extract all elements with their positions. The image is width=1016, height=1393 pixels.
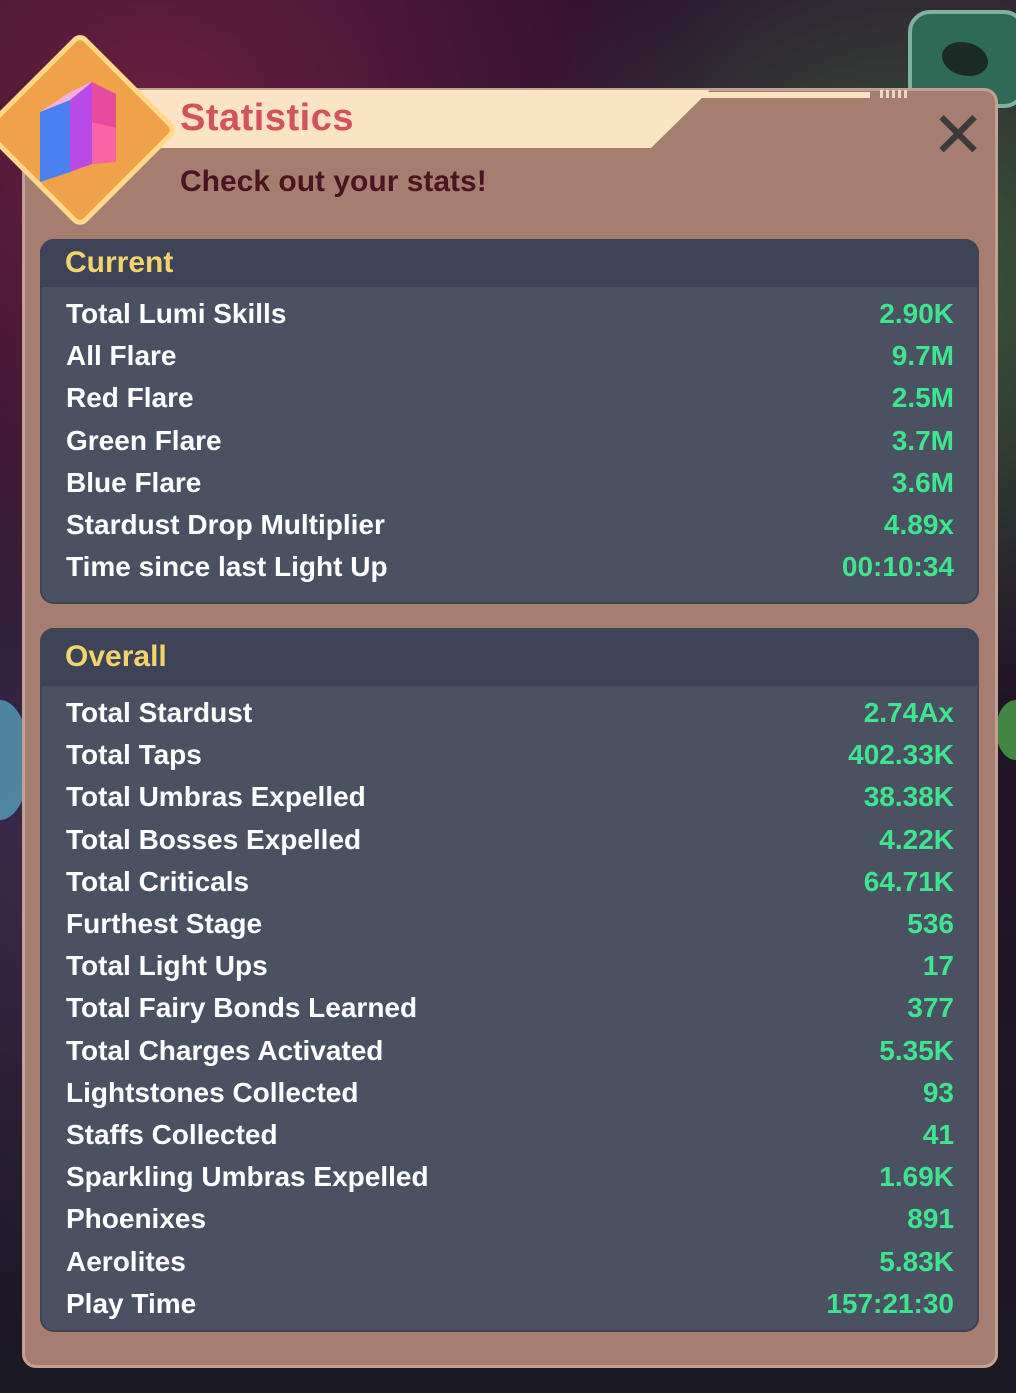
stat-label: Stardust Drop Multiplier — [66, 509, 385, 541]
stat-value: 41 — [922, 1118, 954, 1150]
stat-value: 2.90K — [879, 298, 954, 330]
stat-value: 377 — [907, 992, 954, 1024]
stat-value: 5.83K — [879, 1245, 954, 1277]
stat-row: Sparkling Umbras Expelled 1.69K — [66, 1156, 954, 1198]
title-banner-strip — [700, 92, 870, 98]
stat-row: Total Umbras Expelled 38.38K — [66, 776, 954, 818]
stat-value: 4.89x — [883, 509, 954, 541]
stat-label: Play Time — [66, 1287, 197, 1319]
stat-label: All Flare — [66, 340, 177, 372]
stats-crystal-icon — [40, 82, 116, 182]
stat-label: Total Light Ups — [66, 950, 268, 982]
stat-label: Aerolites — [66, 1245, 186, 1277]
stat-value: 402.33K — [848, 739, 954, 771]
stat-value: 5.35K — [879, 1034, 954, 1066]
stat-label: Total Criticals — [66, 865, 250, 897]
stat-row: Total Fairy Bonds Learned 377 — [66, 987, 954, 1029]
close-button[interactable]: ✕ — [926, 104, 990, 168]
stat-value: 00:10:34 — [841, 551, 954, 583]
stat-row: Time since last Light Up 00:10:34 — [66, 546, 954, 588]
stat-value: 1.69K — [879, 1161, 954, 1193]
stat-row: Phoenixes 891 — [66, 1198, 954, 1240]
stat-label: Phoenixes — [66, 1203, 207, 1235]
current-stats-list: Total Lumi Skills 2.90K All Flare 9.7M Red F… — [40, 287, 979, 588]
close-icon: ✕ — [931, 99, 985, 173]
stat-row: Play Time 157:21:30 — [66, 1283, 954, 1325]
stat-value: 93 — [922, 1076, 954, 1108]
stat-value: 157:21:30 — [826, 1287, 954, 1319]
overall-stats-list: Total Stardust 2.74Ax Total Taps 402.33K Tot… — [40, 686, 979, 1325]
stat-value: 3.7M — [891, 424, 954, 456]
stat-value: 64.71K — [863, 865, 954, 897]
stat-label: Total Umbras Expelled — [66, 781, 366, 813]
stat-value: 4.22K — [879, 823, 954, 855]
stat-label: Sparkling Umbras Expelled — [66, 1161, 429, 1193]
stat-label: Lightstones Collected — [66, 1076, 359, 1108]
stat-label: Total Bosses Expelled — [66, 823, 362, 855]
stat-label: Total Lumi Skills — [66, 298, 287, 330]
section-header-current: Current — [40, 239, 979, 287]
current-stats-section: Current Total Lumi Skills 2.90K All Flare 9… — [40, 239, 979, 604]
stat-value: 891 — [907, 1203, 954, 1235]
stat-row: Staffs Collected 41 — [66, 1114, 954, 1156]
stat-row: Lightstones Collected 93 — [66, 1072, 954, 1114]
stat-row: Aerolites 5.83K — [66, 1240, 954, 1282]
stat-row: Total Bosses Expelled 4.22K — [66, 819, 954, 861]
stat-value: 2.74Ax — [863, 697, 954, 729]
stat-row: Red Flare 2.5M — [66, 377, 954, 419]
stat-row: Blue Flare 3.6M — [66, 462, 954, 504]
stat-row: Total Criticals 64.71K — [66, 861, 954, 903]
stat-label: Green Flare — [66, 424, 222, 456]
stat-row: Furthest Stage 536 — [66, 903, 954, 945]
stat-value: 38.38K — [863, 781, 954, 813]
stat-label: Staffs Collected — [66, 1118, 278, 1150]
stat-label: Red Flare — [66, 382, 194, 414]
stat-label: Total Taps — [66, 739, 202, 771]
stat-row: Total Taps 402.33K — [66, 734, 954, 776]
stat-row: Total Charges Activated 5.35K — [66, 1030, 954, 1072]
overall-stats-section: Overall Total Stardust 2.74Ax Total Taps 40… — [40, 628, 979, 1332]
stat-value: 3.6M — [891, 466, 954, 498]
stat-value: 17 — [922, 950, 954, 982]
stat-value: 9.7M — [891, 340, 954, 372]
dialog-title: Statistics — [180, 97, 354, 139]
stat-label: Total Stardust — [66, 697, 253, 729]
stat-value: 2.5M — [891, 382, 954, 414]
section-header-overall: Overall — [40, 628, 979, 686]
title-banner-dots — [880, 90, 908, 98]
stat-row: Stardust Drop Multiplier 4.89x — [66, 504, 954, 546]
dialog-subtitle: Check out your stats! — [180, 165, 487, 198]
stat-label: Total Charges Activated — [66, 1034, 384, 1066]
stat-row: Total Light Ups 17 — [66, 945, 954, 987]
stat-label: Total Fairy Bonds Learned — [66, 992, 418, 1024]
stat-value: 536 — [907, 908, 954, 940]
stat-row: Green Flare 3.7M — [66, 420, 954, 462]
stat-label: Furthest Stage — [66, 908, 263, 940]
stat-row: All Flare 9.7M — [66, 335, 954, 377]
stat-row: Total Lumi Skills 2.90K — [66, 293, 954, 335]
stat-label: Blue Flare — [66, 466, 202, 498]
stat-label: Time since last Light Up — [66, 551, 388, 583]
stat-row: Total Stardust 2.74Ax — [66, 692, 954, 734]
